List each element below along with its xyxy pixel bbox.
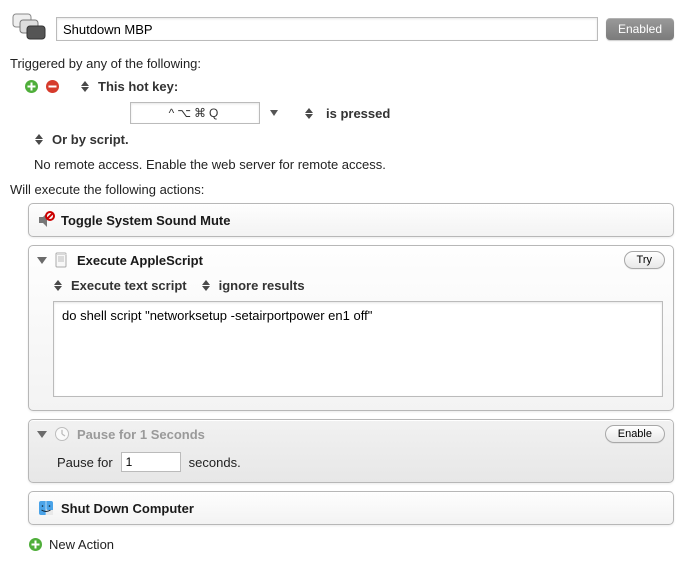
macro-icon xyxy=(10,10,48,48)
actions-heading: Will execute the following actions: xyxy=(10,182,674,197)
try-button[interactable]: Try xyxy=(624,251,665,269)
script-results-stepper[interactable] xyxy=(201,278,211,293)
pause-seconds-input[interactable] xyxy=(121,452,181,472)
enable-button[interactable]: Enable xyxy=(605,425,665,443)
disclosure-down-icon[interactable] xyxy=(37,431,47,438)
header-row: Enabled xyxy=(10,10,674,48)
finder-icon xyxy=(37,499,55,517)
script-results-label: ignore results xyxy=(219,278,305,293)
script-trigger-label: Or by script. xyxy=(52,132,129,147)
action-pause[interactable]: Pause for 1 Seconds Enable Pause for sec… xyxy=(28,419,674,483)
action-title: Toggle System Sound Mute xyxy=(61,213,231,228)
pause-suffix-label: seconds. xyxy=(189,455,241,470)
hotkey-input[interactable]: ^⌥⌘Q xyxy=(130,102,260,124)
action-shutdown[interactable]: Shut Down Computer xyxy=(28,491,674,525)
hotkey-mode-label: is pressed xyxy=(326,106,390,121)
trigger-script-row: Or by script. xyxy=(10,128,674,151)
disclosure-down-icon[interactable] xyxy=(37,257,47,264)
clock-icon xyxy=(53,425,71,443)
action-title: Execute AppleScript xyxy=(77,253,203,268)
trigger-heading: Triggered by any of the following: xyxy=(10,56,674,71)
remote-access-note: No remote access. Enable the web server … xyxy=(34,157,674,172)
script-mode-stepper[interactable] xyxy=(53,278,63,293)
action-applescript[interactable]: Execute AppleScript Try Execute text scr… xyxy=(28,245,674,411)
hotkey-menu-icon[interactable] xyxy=(270,110,278,116)
applescript-icon xyxy=(53,251,71,269)
hotkey-mode-stepper[interactable] xyxy=(304,106,314,121)
hotkey-label: This hot key: xyxy=(98,79,178,94)
trigger-type-stepper[interactable] xyxy=(80,79,90,94)
script-textarea[interactable] xyxy=(53,301,663,397)
action-title: Shut Down Computer xyxy=(61,501,194,516)
pause-prefix-label: Pause for xyxy=(57,455,113,470)
enabled-button[interactable]: Enabled xyxy=(606,18,674,40)
action-toggle-mute[interactable]: Toggle System Sound Mute xyxy=(28,203,674,237)
remove-trigger-icon[interactable] xyxy=(45,79,60,94)
script-mode-label: Execute text script xyxy=(71,278,187,293)
macro-name-input[interactable] xyxy=(56,17,598,41)
action-title: Pause for 1 Seconds xyxy=(77,427,205,442)
script-trigger-stepper[interactable] xyxy=(34,132,44,147)
hotkey-config-row: ^⌥⌘Q is pressed xyxy=(10,98,674,128)
speaker-mute-icon xyxy=(37,211,55,229)
add-trigger-icon[interactable] xyxy=(24,79,39,94)
trigger-hotkey-row: This hot key: xyxy=(10,75,674,98)
